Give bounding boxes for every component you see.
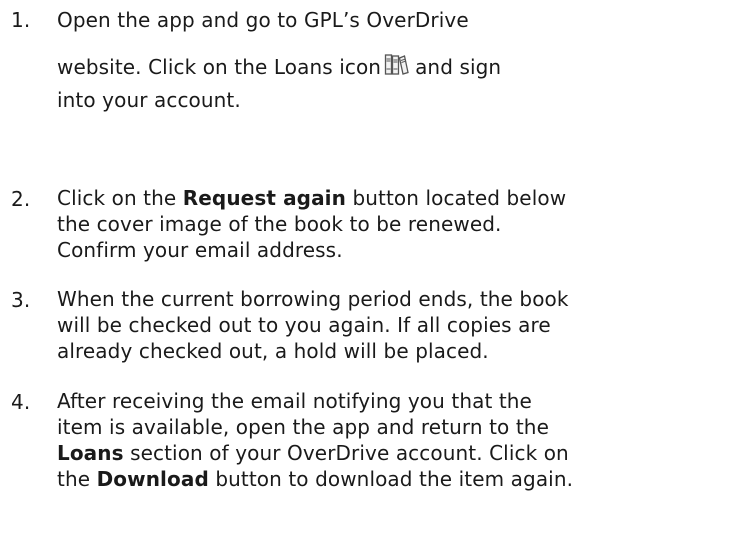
step-text: After receiving the email notifying you … [57,388,739,492]
step-text: When the current borrowing period ends, … [57,286,739,364]
step-text: Open the app and go to GPL’s OverDrive w… [57,6,739,116]
step-line: into your account. [57,88,241,112]
loans-label: Loans [57,441,124,465]
download-label: Download [96,467,209,491]
step-line: Click on the Request again button locate… [57,185,739,211]
request-again-label: Request again [182,186,346,210]
step-line: item is available, open the app and retu… [57,415,549,439]
step-line-text: button located below [345,186,567,210]
step-number: 2. [11,187,31,211]
step-line: already checked out, a hold will be plac… [57,339,489,363]
step-number: 4. [11,390,31,414]
step-line-text: and sign [415,55,502,79]
step-line: will be checked out to you again. If all… [57,313,551,337]
step-line: the cover image of the book to be renewe… [57,212,502,236]
step-line-text: website. Click on the Loans icon [57,55,382,79]
step-line-text: section of your OverDrive account. Click… [123,441,569,465]
loans-books-icon [384,54,409,75]
step-line-text: button to download the item again. [208,467,574,491]
step-line: After receiving the email notifying you … [57,389,532,413]
step-line: When the current borrowing period ends, … [57,287,569,311]
step-line: website. Click on the Loans icon and sig… [57,44,739,88]
step-line: the Download button to download the item… [57,466,739,492]
step-line: Loans section of your OverDrive account.… [57,440,739,466]
step-text: Click on the Request again button locate… [57,185,739,263]
step-number: 3. [11,288,31,312]
instruction-document: 1. Open the app and go to GPL’s OverDriv… [0,0,739,540]
step-number: 1. [11,8,31,32]
step-line-text: the [57,467,97,491]
step-line: Open the app and go to GPL’s OverDrive [57,8,469,32]
step-line: Confirm your email address. [57,238,343,262]
step-line-text: Click on the [57,186,183,210]
